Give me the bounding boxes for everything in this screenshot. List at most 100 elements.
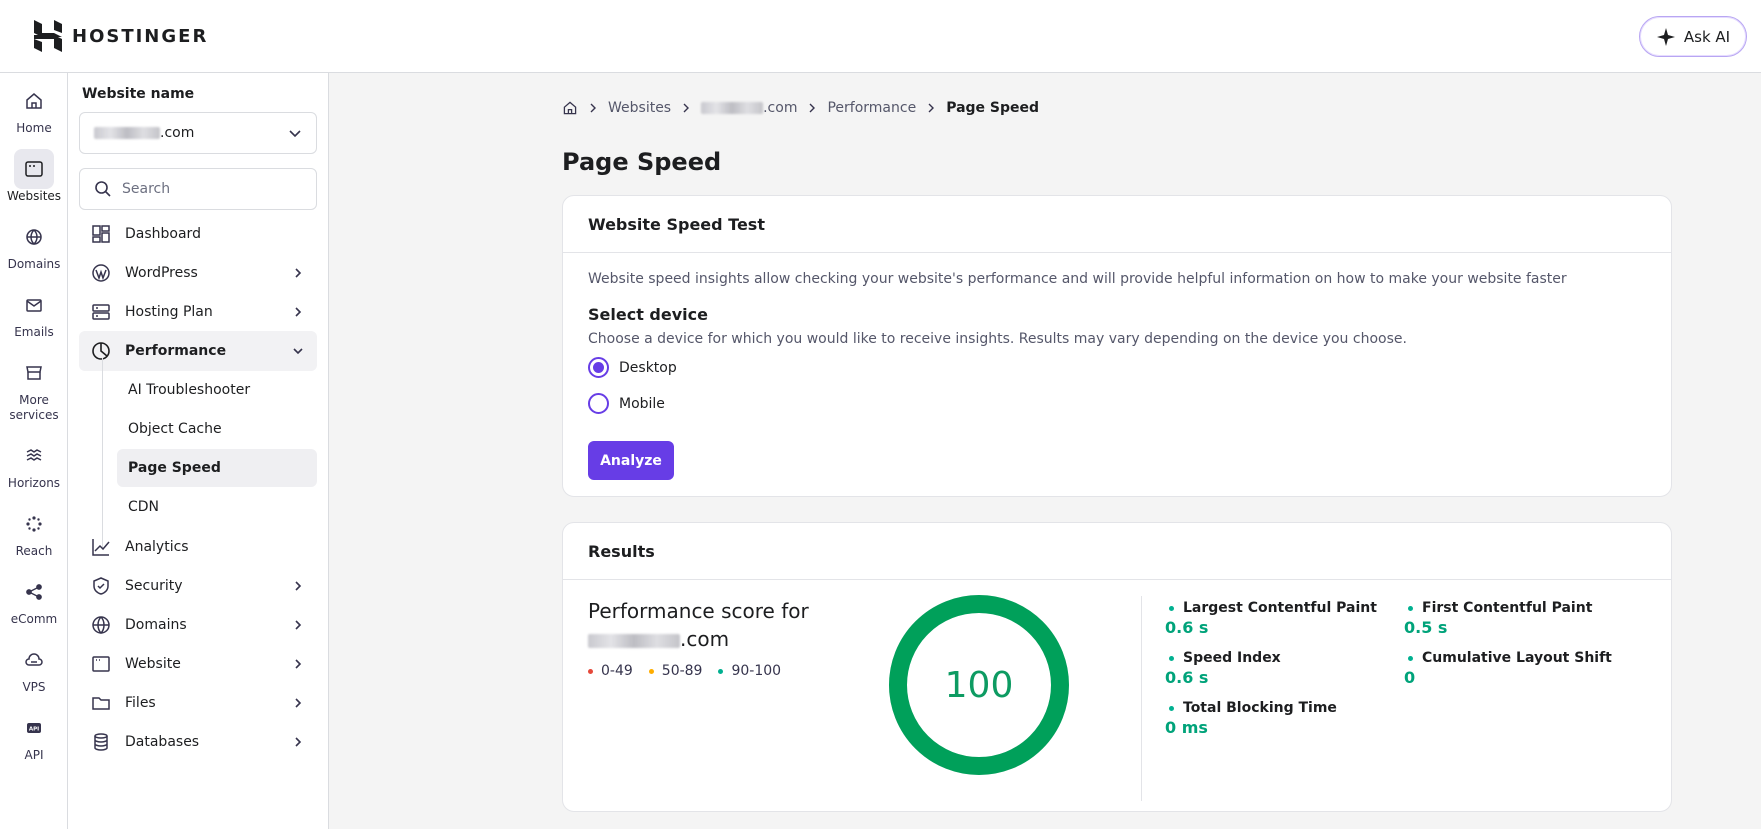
speed-test-title: Website Speed Test bbox=[563, 196, 1671, 253]
metric-label: Cumulative Layout Shift bbox=[1422, 650, 1612, 666]
performance-score-title: Performance score for .com bbox=[588, 597, 828, 653]
analyze-button[interactable]: Analyze bbox=[588, 441, 674, 480]
legend-label: 50-89 bbox=[661, 663, 703, 679]
sidebar-item-hosting-plan[interactable]: Hosting Plan bbox=[79, 292, 317, 332]
redacted-domain bbox=[701, 102, 764, 114]
score-value: 100 bbox=[944, 664, 1014, 706]
breadcrumb-performance[interactable]: Performance bbox=[827, 100, 916, 116]
shield-icon bbox=[93, 577, 109, 595]
chevron-right-icon bbox=[590, 103, 596, 113]
rail-item-domains[interactable]: Domains bbox=[0, 217, 68, 272]
metric-value: 0.6 s bbox=[1165, 618, 1209, 637]
rail-item-emails[interactable]: Emails bbox=[0, 285, 68, 340]
breadcrumb-websites[interactable]: Websites bbox=[608, 100, 671, 116]
rail-item-vps[interactable]: VPS bbox=[0, 640, 68, 695]
sparkle-icon bbox=[1656, 27, 1675, 46]
breadcrumb-site[interactable]: .com bbox=[701, 100, 797, 116]
store-icon bbox=[26, 366, 42, 380]
chevron-right-icon bbox=[295, 698, 302, 708]
legend-label: 0-49 bbox=[601, 663, 633, 679]
rail-label: eComm bbox=[10, 612, 58, 626]
sidebar-item-label: Databases bbox=[125, 734, 200, 750]
rail-item-horizons[interactable]: Horizons bbox=[0, 436, 68, 491]
chevron-right-icon bbox=[295, 737, 302, 747]
icon-rail: Home Websites Domains Emails More servic… bbox=[0, 73, 68, 829]
metric-tbt: Total Blocking Time 0 ms bbox=[1165, 700, 1337, 737]
chevron-right-icon bbox=[295, 581, 302, 591]
hostinger-logo-icon bbox=[34, 20, 62, 52]
sidebar-item-analytics[interactable]: Analytics bbox=[79, 527, 317, 567]
sidebar-item-cdn[interactable]: CDN bbox=[117, 488, 317, 526]
chevron-right-icon bbox=[295, 268, 302, 278]
score-legend: 0-49 50-89 90-100 bbox=[588, 663, 781, 679]
breadcrumb: Websites .com Performance Page Speed bbox=[562, 100, 1039, 116]
select-device-title: Select device bbox=[588, 305, 708, 324]
rail-item-api[interactable]: API API bbox=[0, 708, 68, 763]
sidebar-item-ai-troubleshooter[interactable]: AI Troubleshooter bbox=[117, 371, 317, 409]
website-select-suffix: .com bbox=[160, 125, 195, 141]
sidebar-item-performance[interactable]: Performance bbox=[79, 331, 317, 371]
rail-item-websites[interactable]: Websites bbox=[0, 149, 68, 204]
results-divider bbox=[1141, 596, 1142, 801]
device-option-desktop[interactable]: Desktop bbox=[588, 357, 677, 378]
browser-icon bbox=[92, 656, 110, 672]
sidebar-item-label: Files bbox=[125, 695, 156, 711]
globe-icon bbox=[92, 616, 110, 635]
chevron-right-icon bbox=[683, 103, 690, 113]
results-card: Results Performance score for .com 0-49 … bbox=[562, 522, 1672, 812]
rail-item-more-services[interactable]: More services bbox=[0, 353, 68, 423]
breadcrumb-current: Page Speed bbox=[946, 100, 1040, 116]
select-device-description: Choose a device for which you would like… bbox=[588, 331, 1407, 347]
rail-label: Emails bbox=[14, 325, 54, 339]
sidebar-item-label: Object Cache bbox=[128, 421, 222, 437]
server-icon bbox=[92, 304, 110, 320]
rail-label: VPS bbox=[22, 680, 46, 694]
performance-score-label: Performance score for bbox=[588, 599, 809, 623]
radio-selected[interactable] bbox=[588, 357, 609, 378]
sidebar-item-security[interactable]: Security bbox=[79, 566, 317, 606]
sidebar-item-website[interactable]: Website bbox=[79, 644, 317, 684]
speed-test-card: Website Speed Test Website speed insight… bbox=[562, 195, 1672, 497]
metric-label: Total Blocking Time bbox=[1183, 700, 1337, 716]
sidebar-item-files[interactable]: Files bbox=[79, 683, 317, 723]
device-option-label: Mobile bbox=[619, 395, 665, 412]
sidebar-item-label: CDN bbox=[128, 499, 160, 515]
sidebar-item-domains[interactable]: Domains bbox=[79, 605, 317, 645]
results-title: Results bbox=[563, 523, 1671, 580]
device-option-mobile[interactable]: Mobile bbox=[588, 393, 665, 414]
home-icon[interactable] bbox=[562, 100, 578, 116]
metric-speed-index: Speed Index 0.6 s bbox=[1165, 650, 1281, 687]
sidebar-item-label: Website bbox=[125, 656, 181, 672]
rail-label: More services bbox=[9, 393, 59, 422]
device-option-label: Desktop bbox=[619, 359, 677, 376]
hostinger-logo[interactable]: HOSTINGER bbox=[34, 20, 208, 52]
legend-item: 0-49 bbox=[588, 663, 633, 679]
redacted-domain bbox=[588, 633, 680, 648]
rail-item-ecomm[interactable]: eComm bbox=[0, 572, 68, 627]
website-select[interactable]: .com bbox=[79, 112, 317, 154]
wordpress-icon bbox=[92, 264, 110, 282]
sidebar-search bbox=[79, 168, 317, 210]
breadcrumb-site-suffix: .com bbox=[763, 100, 798, 116]
website-sidebar: Website name .com Dashboard WordPress Ho… bbox=[68, 73, 329, 829]
sidebar-item-databases[interactable]: Databases bbox=[79, 722, 317, 762]
radio-unselected[interactable] bbox=[588, 393, 609, 414]
sidebar-item-object-cache[interactable]: Object Cache bbox=[117, 410, 317, 448]
metric-value: 0 bbox=[1404, 668, 1416, 687]
ask-ai-button[interactable]: Ask AI bbox=[1639, 16, 1747, 57]
metric-fcp: First Contentful Paint 0.5 s bbox=[1404, 600, 1592, 637]
submenu-divider bbox=[102, 358, 103, 548]
sidebar-item-wordpress[interactable]: WordPress bbox=[79, 253, 317, 293]
sidebar-item-label: WordPress bbox=[125, 265, 198, 281]
rail-item-home[interactable]: Home bbox=[0, 81, 68, 136]
metric-label: First Contentful Paint bbox=[1422, 600, 1593, 616]
chevron-right-icon bbox=[809, 103, 816, 113]
search-input[interactable] bbox=[122, 181, 302, 197]
mail-icon bbox=[26, 299, 42, 312]
legend-item: 50-89 bbox=[648, 663, 703, 679]
sidebar-item-label: AI Troubleshooter bbox=[128, 382, 251, 398]
rail-item-reach[interactable]: Reach bbox=[0, 504, 68, 559]
performance-score-suffix: .com bbox=[680, 627, 730, 651]
sidebar-item-dashboard[interactable]: Dashboard bbox=[79, 214, 317, 254]
sidebar-item-page-speed[interactable]: Page Speed bbox=[117, 449, 317, 487]
